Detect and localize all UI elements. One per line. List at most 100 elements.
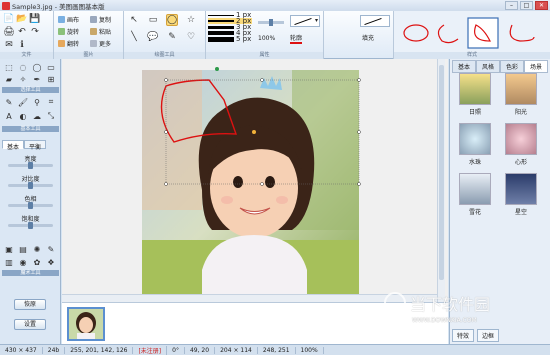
line-size-list[interactable]: 1 px 2 px 3 px 4 px 5 px <box>208 11 252 43</box>
text-tool-icon[interactable]: A <box>4 111 14 121</box>
flip-label: 翻转 <box>67 41 80 48</box>
vertical-scroll-thumb[interactable] <box>439 65 444 280</box>
vertical-scrollbar[interactable] <box>437 59 445 302</box>
crop-tool-icon[interactable]: ⌗ <box>46 97 56 107</box>
brush-icon[interactable]: 🖌 <box>18 97 28 107</box>
pen-icon[interactable]: ✒ <box>32 74 42 84</box>
resize-icon[interactable]: ⤡ <box>46 111 56 121</box>
effect-snow-thumb <box>459 173 491 205</box>
selection-box <box>165 79 360 185</box>
tab-color-effects[interactable]: 色彩 <box>500 60 525 73</box>
style-presets[interactable] <box>394 13 550 53</box>
saturation-knob[interactable] <box>28 222 33 229</box>
canvas-area[interactable] <box>62 59 448 302</box>
magic-tool-4-icon[interactable]: ✎ <box>46 244 56 254</box>
tab-balance[interactable]: 平衡 <box>24 140 47 151</box>
print-icon[interactable]: 🖨 <box>3 26 15 38</box>
maximize-button[interactable]: □ <box>520 1 533 10</box>
undo-icon[interactable]: ↶ <box>16 26 28 38</box>
line-style-dropdown[interactable]: ▾ <box>290 15 320 27</box>
pointer-tool-icon[interactable]: ↖ <box>128 14 140 26</box>
effects-tabs: 基本 风格 色彩 场景 <box>452 60 549 73</box>
redo-icon[interactable]: ↷ <box>29 26 41 38</box>
rotate-button[interactable]: 旋转 <box>58 27 79 36</box>
tab-scene-effects[interactable]: 场景 <box>524 60 549 73</box>
restore-button[interactable]: 恢原 <box>14 299 46 310</box>
lasso-select-icon[interactable]: ◌ <box>18 62 28 72</box>
tab-basic-effects[interactable]: 基本 <box>452 60 477 73</box>
flip-button[interactable]: 翻转 <box>58 39 79 48</box>
hue-knob[interactable] <box>28 202 33 209</box>
zoom-slider[interactable] <box>258 19 284 26</box>
brightness-knob[interactable] <box>28 162 33 169</box>
tab-special-effects[interactable]: 特效 <box>452 329 475 342</box>
info-icon[interactable]: ℹ <box>16 39 28 51</box>
outline-button[interactable]: 轮廓 <box>290 33 303 44</box>
effects-bottom-tabs: 特效 边框 <box>452 329 500 342</box>
horizontal-scrollbar[interactable] <box>62 294 437 302</box>
effect-heart-label: 心形 <box>514 159 527 166</box>
rect-select-icon[interactable]: ⬚ <box>4 62 14 72</box>
eraser-icon[interactable]: ▰ <box>4 74 14 84</box>
open-icon[interactable]: 📂 <box>16 13 28 25</box>
copy-button[interactable]: 复制 <box>90 15 111 24</box>
dropper-icon[interactable]: ✎ <box>4 97 14 107</box>
magic-select-icon[interactable]: ▭ <box>46 62 56 72</box>
fill-tool-icon[interactable]: ◐ <box>18 111 28 121</box>
copy-label: 复制 <box>99 17 112 24</box>
tab-style-effects[interactable]: 风格 <box>476 60 501 73</box>
effect-heart[interactable]: 心形 <box>502 123 540 166</box>
line-size-5[interactable]: 5 px <box>208 35 252 43</box>
effect-starry[interactable]: 星空 <box>502 173 540 216</box>
pencil-tool-icon[interactable]: ✎ <box>166 31 178 43</box>
paste-button[interactable]: 粘贴 <box>90 27 111 36</box>
effect-snow[interactable]: 雪花 <box>456 173 494 216</box>
contrast-knob[interactable] <box>28 182 33 189</box>
close-button[interactable]: ✕ <box>535 1 548 10</box>
selection-overlay[interactable] <box>62 59 448 302</box>
heart-tool-icon[interactable]: ♡ <box>185 31 197 43</box>
effect-waterdrop[interactable]: 水珠 <box>456 123 494 166</box>
rectangle-tool-icon[interactable]: ▭ <box>147 14 159 26</box>
magic-tool-2-icon[interactable]: ▤ <box>18 244 28 254</box>
wand-icon[interactable]: ✧ <box>18 74 28 84</box>
magic-tool-6-icon[interactable]: ◉ <box>18 257 28 267</box>
saturation-slider[interactable] <box>8 222 53 229</box>
filmstrip-thumbnail[interactable] <box>67 307 105 341</box>
more-button[interactable]: 更多 <box>90 39 111 48</box>
minimize-button[interactable]: – <box>505 1 518 10</box>
contrast-slider[interactable] <box>8 182 53 189</box>
magic-tool-1-icon[interactable]: ▣ <box>4 244 14 254</box>
save-icon[interactable]: 💾 <box>29 13 41 25</box>
canvas-button[interactable]: 画布 <box>58 15 79 24</box>
effect-waterdrop-label: 水珠 <box>468 159 481 166</box>
fill-button[interactable]: 填充 <box>362 33 374 42</box>
line-tool-icon[interactable]: ╲ <box>128 31 140 43</box>
email-icon[interactable]: ✉ <box>3 39 15 51</box>
callout-tool-icon[interactable]: 💬 <box>147 31 159 43</box>
smudge-icon[interactable]: ☁ <box>32 111 42 121</box>
hue-slider[interactable] <box>8 202 53 209</box>
brightness-slider[interactable] <box>8 162 53 169</box>
ellipse-select-icon[interactable]: ◯ <box>32 62 42 72</box>
magic-tool-5-icon[interactable]: ▥ <box>4 257 14 267</box>
watermark-text: 当下软件园 <box>410 295 491 314</box>
attributes-group: 1 px 2 px 3 px 4 px 5 px 100% ▾ 轮廓 属性 <box>206 11 324 59</box>
crop-icon[interactable]: ⊞ <box>46 74 56 84</box>
copy-icon <box>90 16 97 23</box>
status-bar: 430 × 437 24b 255, 201, 142, 126 [未注册] 0… <box>0 344 550 355</box>
new-icon[interactable]: 📄 <box>3 13 15 25</box>
ellipse-tool-icon[interactable]: ◯ <box>166 14 178 26</box>
magic-tool-7-icon[interactable]: ✿ <box>32 257 42 267</box>
magic-tool-3-icon[interactable]: ✺ <box>32 244 42 254</box>
effect-sunshine[interactable]: 阳光 <box>502 73 540 116</box>
more-icon <box>90 40 97 47</box>
tab-basic[interactable]: 基本 <box>2 140 25 151</box>
fill-pattern-dropdown[interactable] <box>360 15 390 27</box>
tab-borders[interactable]: 边框 <box>477 329 500 342</box>
stamp-icon[interactable]: ⚲ <box>32 97 42 107</box>
settings-button[interactable]: 设置 <box>14 319 46 330</box>
star-tool-icon[interactable]: ☆ <box>185 14 197 26</box>
magic-tool-8-icon[interactable]: ❖ <box>46 257 56 267</box>
effect-sunlight[interactable]: 日照 <box>456 73 494 116</box>
